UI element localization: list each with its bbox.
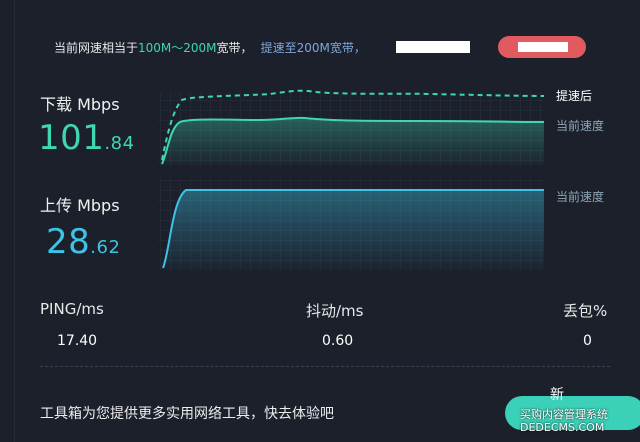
jitter-label: 抖动/ms [306,302,364,320]
ping-value: 17.40 [57,333,98,349]
ping-label: PING/ms [40,300,104,318]
download-area [162,117,544,166]
upload-chart [158,178,544,270]
download-chart [158,89,545,166]
site-watermark: 买购内容管理系统 DEDECMS.COM [520,408,608,434]
jitter-value: 0.60 [322,333,354,349]
upload-area [163,190,544,270]
legend-after-upgrade: 提速后 [556,89,593,103]
watermark-line-1: 买购内容管理系统 [520,408,608,421]
loss-value: 0 [583,333,592,349]
legend-download-current: 当前速度 [556,119,605,133]
loss-label: 丢包% [563,302,608,320]
legend-upload-current: 当前速度 [556,190,605,204]
speed-charts [158,89,545,270]
toolbox-promo-text: 工具箱为您提供更多实用网络工具，快去体验吧 [40,406,334,422]
watermark-line-2: DEDECMS.COM [520,421,605,434]
divider [40,366,610,367]
new-badge-label: 新 [550,387,564,403]
